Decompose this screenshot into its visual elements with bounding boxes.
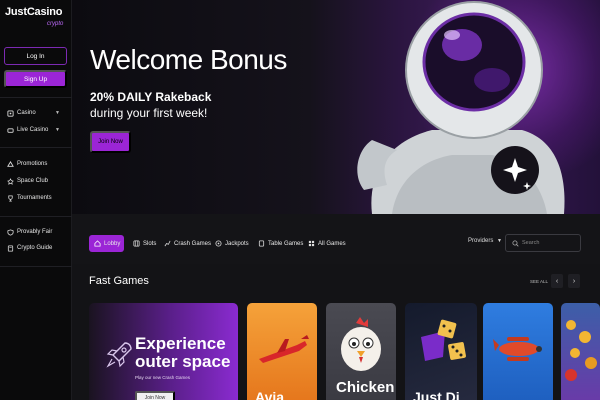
promo-card[interactable]: Experience outer space Play our new Cras…	[89, 303, 238, 400]
rocket-icon	[106, 342, 132, 368]
chevron-down-icon: ▼	[55, 127, 60, 133]
promo-title-line: outer space	[135, 352, 231, 371]
see-all-link[interactable]: SEE ALL	[530, 279, 548, 284]
lobby-icon	[93, 240, 101, 248]
all-games-icon	[307, 240, 315, 248]
sidebar-item-label: Provably Fair	[17, 229, 53, 235]
game-category-bar: Lobby Slots Crash Games Jackpots Table G…	[72, 214, 600, 264]
coins-icon	[565, 320, 597, 381]
hero-title: Welcome Bonus	[90, 44, 287, 75]
tab-label: All Games	[318, 240, 346, 247]
sidebar-item-space-club[interactable]: Space Club	[6, 175, 66, 187]
scroll-right-button[interactable]: ›	[568, 274, 580, 288]
promo-title-line: Experience	[135, 334, 226, 353]
tab-all-games[interactable]: All Games	[303, 235, 350, 252]
guide-icon	[6, 244, 14, 252]
shield-icon	[6, 228, 14, 236]
sidebar-item-crypto-guide[interactable]: Crypto Guide	[6, 242, 66, 254]
chevron-down-icon: ▼	[55, 110, 60, 116]
chicken-icon	[341, 317, 381, 371]
search-icon	[512, 234, 519, 252]
promo-title: Experience outer space	[135, 335, 230, 371]
game-card-just-dice[interactable]: Just Di	[405, 303, 477, 400]
tab-label: Jackpots	[225, 240, 249, 247]
signup-button[interactable]: Sign Up	[4, 70, 67, 88]
game-card-chicken[interactable]: Chicken	[326, 303, 396, 400]
brand-subtitle: crypto	[47, 21, 64, 27]
game-card-coins[interactable]	[561, 303, 600, 400]
promo-join-button[interactable]: Join Now	[135, 391, 175, 400]
tab-lobby[interactable]: Lobby	[89, 235, 125, 252]
casino-icon	[6, 109, 14, 117]
providers-label: Providers	[468, 238, 494, 244]
hero-subtitle: 20% DAILY Rakeback	[90, 90, 212, 104]
space-club-icon	[6, 177, 14, 185]
game-title: Avia	[255, 389, 285, 400]
promotions-icon	[6, 160, 14, 168]
sidebar: JustCasino crypto Log In Sign Up Casino …	[0, 0, 72, 400]
tab-label: Slots	[143, 240, 157, 247]
astronaut-illustration	[357, 1, 565, 214]
hero-subtitle-secondary: during your first week!	[90, 106, 208, 120]
search-box[interactable]	[505, 234, 581, 252]
tab-table-games[interactable]: Table Games	[253, 235, 307, 252]
live-casino-icon	[6, 126, 14, 134]
jackpot-icon	[214, 240, 222, 248]
slots-icon	[132, 240, 140, 248]
promo-subtitle: Play our new Crash Games	[135, 375, 191, 380]
game-card-plane[interactable]	[483, 303, 553, 400]
sidebar-item-provably-fair[interactable]: Provably Fair	[6, 226, 66, 238]
scroll-left-button[interactable]: ‹	[551, 274, 563, 288]
section-title: Fast Games	[89, 275, 149, 287]
providers-dropdown[interactable]: Providers ▼	[468, 238, 502, 244]
sidebar-item-label: Casino	[17, 110, 36, 116]
tab-crash-games[interactable]: Crash Games	[159, 235, 215, 252]
plane-icon	[259, 335, 309, 363]
search-input[interactable]	[522, 240, 578, 246]
chevron-down-icon: ▼	[497, 238, 502, 244]
sidebar-item-label: Crypto Guide	[17, 245, 53, 251]
sidebar-item-label: Live Casino	[17, 127, 49, 133]
sidebar-divider	[0, 147, 72, 148]
tab-label: Crash Games	[174, 240, 212, 247]
fast-games-section: Fast Games SEE ALL ‹ › Experience outer …	[72, 264, 600, 400]
game-card-aviator[interactable]: Avia	[247, 303, 317, 400]
sidebar-item-label: Space Club	[17, 178, 49, 184]
sidebar-divider	[0, 97, 72, 98]
tab-slots[interactable]: Slots	[128, 235, 160, 252]
sidebar-item-label: Promotions	[17, 161, 48, 167]
dice-icon	[421, 319, 466, 361]
red-plane-icon	[493, 337, 542, 361]
sidebar-item-label: Tournaments	[17, 195, 52, 201]
sidebar-item-promotions[interactable]: Promotions	[6, 158, 66, 170]
sidebar-item-tournaments[interactable]: Tournaments	[6, 192, 66, 204]
login-button[interactable]: Log In	[4, 47, 67, 65]
sidebar-divider	[0, 266, 72, 267]
app-root: JustCasino crypto Log In Sign Up Casino …	[0, 0, 600, 400]
brand-logo[interactable]: JustCasino	[5, 6, 62, 18]
chevron-right-icon: ›	[572, 277, 576, 285]
table-games-icon	[257, 240, 265, 248]
game-title: Just Di	[413, 389, 460, 400]
sidebar-item-live-casino[interactable]: Live Casino ▼	[6, 124, 66, 136]
hero-banner: Welcome Bonus 20% DAILY Rakeback during …	[72, 0, 600, 214]
brand-name: JustCasino	[5, 6, 63, 18]
tab-jackpots[interactable]: Jackpots	[210, 235, 253, 252]
tab-label: Table Games	[268, 240, 304, 247]
tournaments-icon	[6, 194, 14, 202]
chevron-left-icon: ‹	[555, 277, 559, 285]
sidebar-divider	[0, 216, 72, 217]
game-title: Chicken	[336, 379, 395, 396]
tab-label: Lobby	[104, 240, 121, 247]
join-now-button[interactable]: Join Now	[90, 131, 131, 153]
crash-icon	[163, 240, 171, 248]
sidebar-item-casino[interactable]: Casino ▼	[6, 107, 66, 119]
